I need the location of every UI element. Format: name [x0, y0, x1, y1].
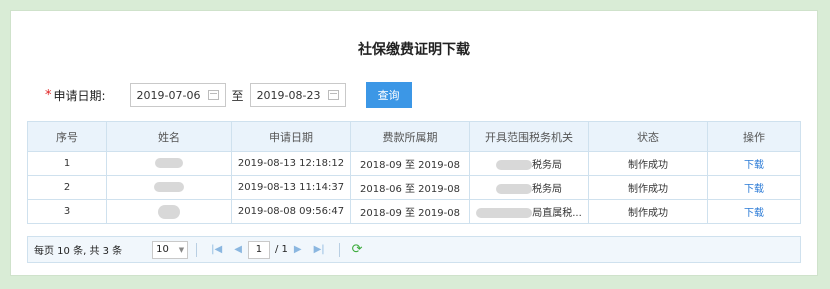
cell-status: 制作成功: [588, 199, 708, 224]
page-number-value: 1: [255, 244, 263, 255]
refresh-icon[interactable]: ⟳: [352, 242, 363, 257]
cell-no: 2: [27, 175, 107, 200]
header-apply-date: 申请日期: [231, 121, 351, 152]
query-button[interactable]: 查询: [365, 82, 412, 108]
header-action: 操作: [707, 121, 801, 152]
end-date-value: 2019-08-23: [256, 88, 321, 102]
redacted-office: [496, 184, 532, 194]
cell-period: 2018-06 至 2019-08: [350, 175, 470, 200]
page-size-value: 10: [156, 244, 169, 255]
cell-name: [106, 199, 232, 224]
header-period: 费款所属期: [350, 121, 470, 152]
chevron-down-icon: ▼: [178, 245, 185, 254]
cell-period: 2018-09 至 2019-08: [350, 151, 470, 176]
page-title: 社保缴费证明下载: [358, 42, 470, 58]
cell-tax-office: 局直属税...: [469, 199, 589, 224]
cell-action: 下载: [707, 199, 801, 224]
end-date-input[interactable]: 2019-08-23: [249, 83, 346, 107]
redacted-name: [158, 204, 180, 219]
calendar-icon[interactable]: [207, 90, 219, 100]
table-header-row: 序号 姓名 申请日期 费款所属期 开具范围税务机关 状态 操作: [27, 121, 801, 152]
required-mark: *: [45, 87, 52, 103]
prev-page-icon[interactable]: ◀: [234, 244, 242, 255]
start-date-input[interactable]: 2019-07-06: [129, 83, 226, 107]
cell-apply-date: 2019-08-13 12:18:12: [231, 151, 351, 176]
divider: [338, 242, 340, 257]
calendar-icon[interactable]: [327, 90, 339, 100]
filter-bar: * 申请日期: 2019-07-06 至 2019-08-23 查询: [45, 81, 412, 109]
download-link[interactable]: 下载: [744, 208, 764, 219]
first-page-icon[interactable]: |◀: [211, 244, 222, 255]
total-pages: / 1: [274, 244, 288, 255]
header-name: 姓名: [106, 121, 232, 152]
results-table: 序号 姓名 申请日期 费款所属期 开具范围税务机关 状态 操作 1 2019-0…: [27, 121, 801, 224]
divider: [196, 242, 198, 257]
cell-name: [106, 175, 232, 200]
main-panel: 社保缴费证明下载 * 申请日期: 2019-07-06 至 2019-08-23…: [10, 10, 818, 276]
cell-no: 3: [27, 199, 107, 224]
redacted-office: [476, 208, 533, 218]
cell-status: 制作成功: [588, 151, 708, 176]
header-tax-office: 开具范围税务机关: [469, 121, 589, 152]
cell-status: 制作成功: [588, 175, 708, 200]
download-link[interactable]: 下载: [744, 184, 764, 195]
header-no: 序号: [27, 121, 107, 152]
next-page-icon[interactable]: ▶: [294, 244, 302, 255]
header-status: 状态: [588, 121, 708, 152]
page-summary: 每页 10 条, 共 3 条: [34, 246, 123, 257]
last-page-icon[interactable]: ▶|: [314, 244, 325, 255]
table-row: 2 2019-08-13 11:14:37 2018-06 至 2019-08 …: [27, 175, 801, 200]
cell-name: [106, 151, 232, 176]
pagination-bar: 每页 10 条, 共 3 条 10 ▼ |◀ ◀ 1 / 1 ▶ ▶| ⟳: [27, 236, 801, 263]
page-size-select[interactable]: 10 ▼: [152, 240, 189, 259]
table-row: 3 2019-08-08 09:56:47 2018-09 至 2019-08 …: [27, 199, 801, 224]
table-row: 1 2019-08-13 12:18:12 2018-09 至 2019-08 …: [27, 151, 801, 176]
cell-tax-office: 税务局: [469, 175, 589, 200]
cell-action: 下载: [707, 151, 801, 176]
date-separator: 至: [231, 88, 244, 103]
cell-action: 下载: [707, 175, 801, 200]
cell-apply-date: 2019-08-08 09:56:47: [231, 199, 351, 224]
redacted-name: [154, 182, 184, 192]
apply-date-label: 申请日期:: [53, 88, 106, 103]
cell-apply-date: 2019-08-13 11:14:37: [231, 175, 351, 200]
cell-period: 2018-09 至 2019-08: [350, 199, 470, 224]
download-link[interactable]: 下载: [744, 160, 764, 171]
redacted-office: [496, 160, 532, 170]
page-number-input[interactable]: 1: [247, 240, 270, 259]
start-date-value: 2019-07-06: [136, 88, 201, 102]
cell-tax-office: 税务局: [469, 151, 589, 176]
cell-no: 1: [27, 151, 107, 176]
redacted-name: [155, 158, 183, 168]
